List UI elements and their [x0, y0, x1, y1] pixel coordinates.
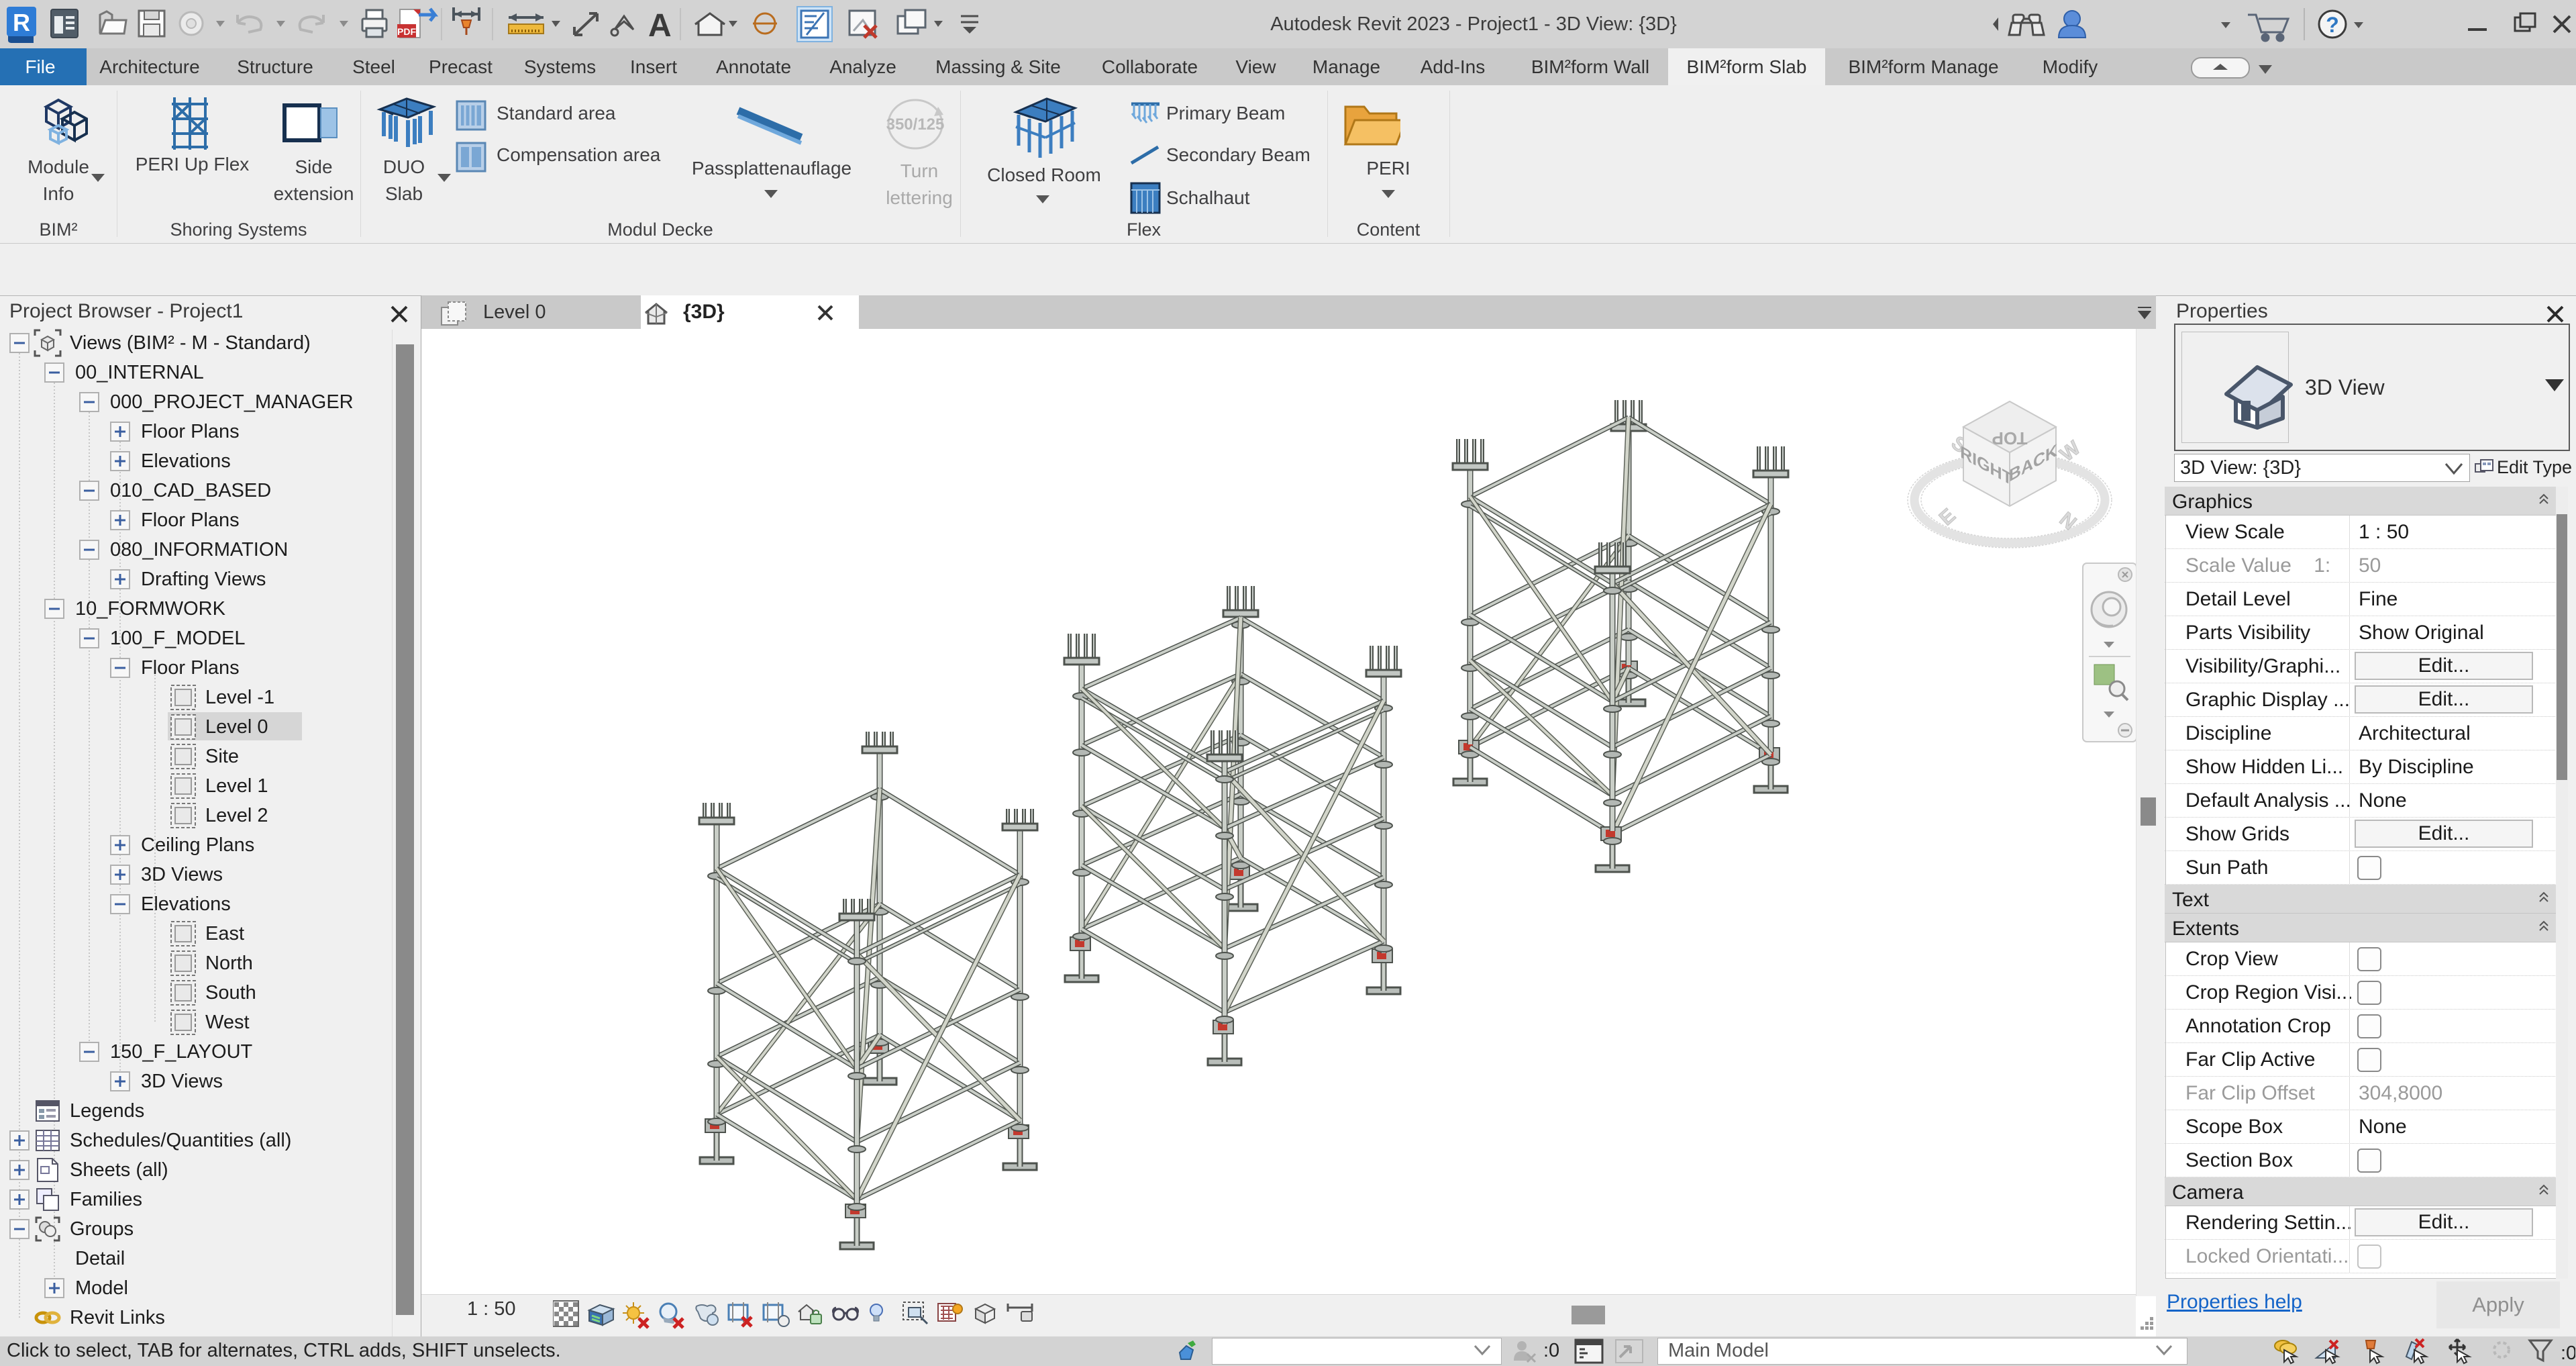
- svg-text:PDF: PDF: [397, 26, 416, 37]
- svg-text:?: ?: [2326, 13, 2339, 37]
- svg-text:R: R: [13, 9, 30, 36]
- svg-text:A: A: [648, 8, 672, 44]
- svg-text::0: :0: [2561, 1343, 2575, 1364]
- svg-text:TOP: TOP: [1992, 428, 2028, 448]
- svg-text:350/125: 350/125: [886, 115, 945, 134]
